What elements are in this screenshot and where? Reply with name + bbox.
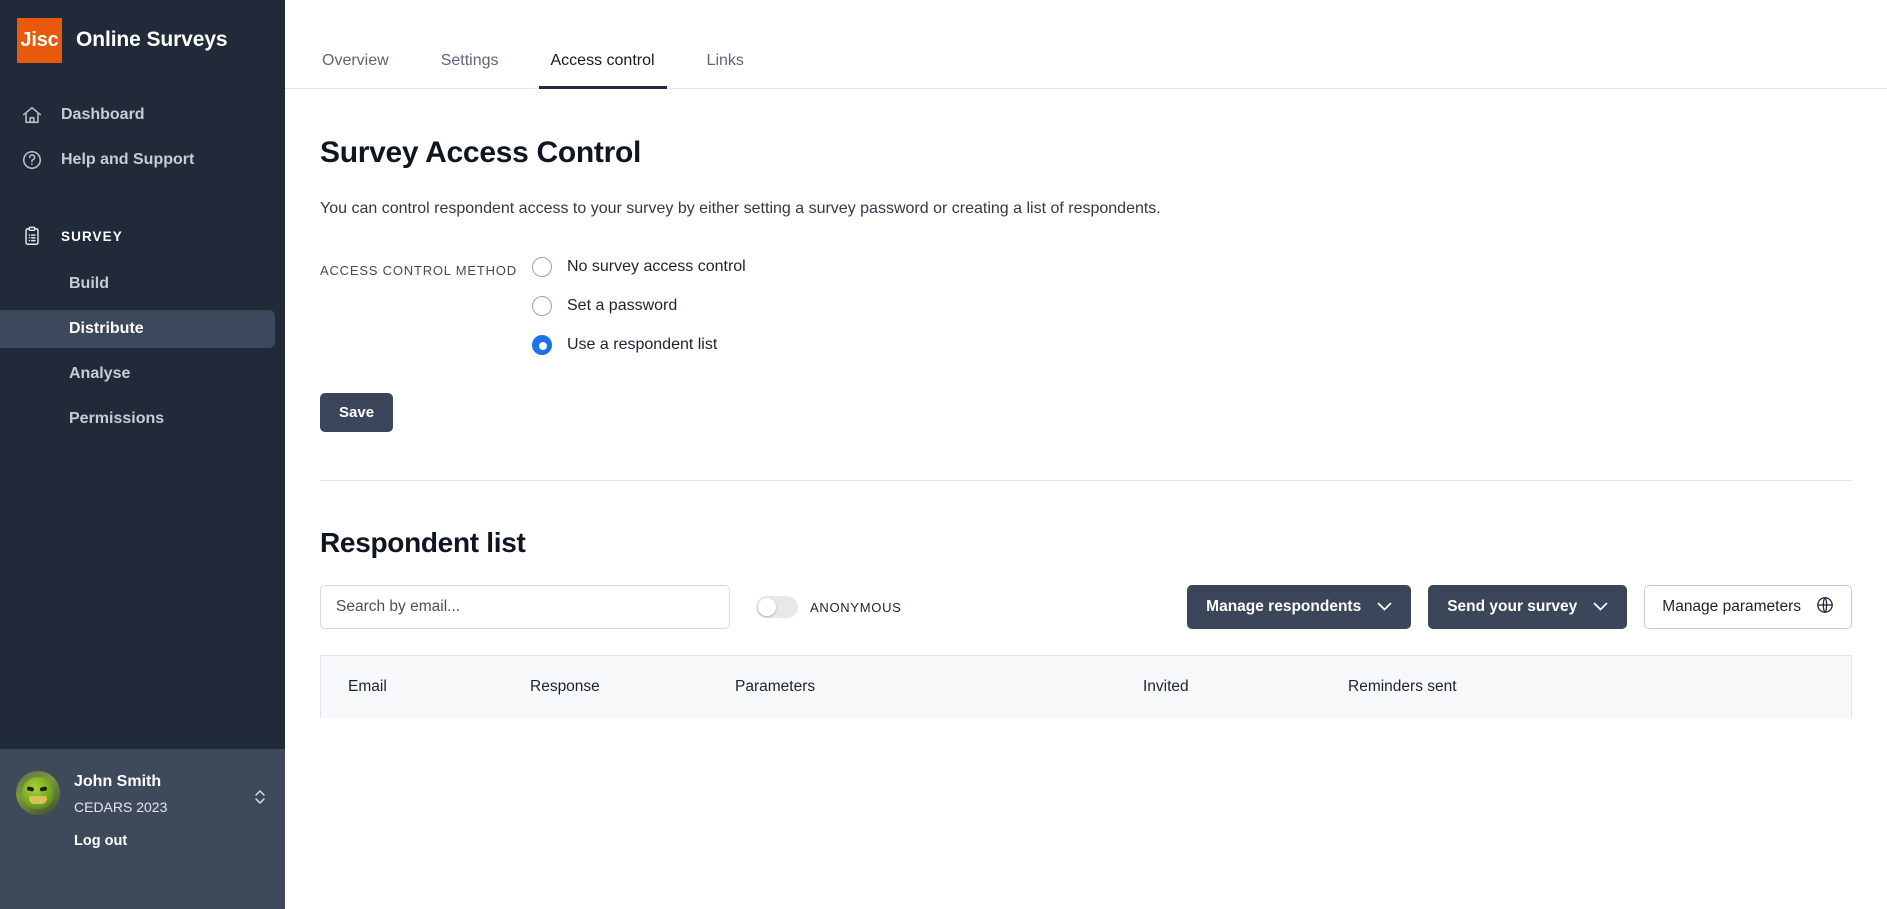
sidebar-item-label: Build xyxy=(69,275,109,292)
respondent-list-title: Respondent list xyxy=(320,527,526,558)
chevron-down-icon xyxy=(1377,598,1392,616)
sidebar-item-analyse[interactable]: Analyse xyxy=(0,355,275,393)
sidebar-item-distribute[interactable]: Distribute xyxy=(0,310,275,348)
radio-indicator[interactable] xyxy=(532,257,552,277)
section-divider xyxy=(320,480,1852,481)
sidebar-item-permissions[interactable]: Permissions xyxy=(0,400,275,438)
jisc-logo: Jisc xyxy=(17,17,62,63)
access-control-method-label: ACCESS CONTROL METHOD xyxy=(320,263,517,278)
tab-label: Access control xyxy=(550,52,655,69)
avatar xyxy=(16,771,60,815)
tab-label: Links xyxy=(706,52,744,69)
question-circle-icon xyxy=(20,148,44,172)
table-header-row: Email Response Parameters Invited Remind… xyxy=(321,656,1851,718)
content-area: Survey Access Control You can control re… xyxy=(285,136,1887,718)
sidebar-item-label: Permissions xyxy=(69,410,165,427)
sidebar-item-label: Dashboard xyxy=(61,105,145,123)
access-control-radio-group: No survey access control Set a password … xyxy=(532,257,746,355)
column-header-reminders-sent[interactable]: Reminders sent xyxy=(1348,678,1824,696)
send-your-survey-button[interactable]: Send your survey xyxy=(1428,585,1628,629)
toolbar-actions: Manage respondents Send your survey Mana… xyxy=(1187,585,1852,629)
anonymous-toggle-label: ANONYMOUS xyxy=(810,599,902,615)
survey-sub-nav: Build Distribute Analyse Permissions xyxy=(0,265,285,438)
tab-label: Overview xyxy=(322,52,389,69)
respondent-table: Email Response Parameters Invited Remind… xyxy=(320,655,1852,718)
radio-option-use-a-respondent-list[interactable]: Use a respondent list xyxy=(532,335,746,355)
globe-icon xyxy=(1816,596,1834,619)
main-content: Overview Settings Access control Links S… xyxy=(285,0,1887,909)
sidebar-item-dashboard[interactable]: Dashboard xyxy=(0,92,285,137)
tab-links[interactable]: Links xyxy=(705,52,746,88)
sidebar-section-survey: SURVEY xyxy=(0,215,285,257)
user-organisation: CEDARS 2023 xyxy=(74,799,168,815)
column-header-invited[interactable]: Invited xyxy=(1143,678,1348,696)
primary-nav: Dashboard Help and Support xyxy=(0,92,285,182)
manage-respondents-button[interactable]: Manage respondents xyxy=(1187,585,1412,629)
access-control-method-field: ACCESS CONTROL METHOD No survey access c… xyxy=(320,257,1852,355)
respondent-list-toolbar: ANONYMOUS Manage respondents Send your s… xyxy=(320,585,1852,629)
brand-title: Online Surveys xyxy=(76,28,228,51)
page-description: You can control respondent access to you… xyxy=(320,200,1161,217)
chevron-down-icon xyxy=(1593,598,1608,616)
column-header-email[interactable]: Email xyxy=(348,678,530,696)
radio-label: Use a respondent list xyxy=(567,336,718,353)
tab-overview[interactable]: Overview xyxy=(320,52,391,88)
home-icon xyxy=(20,103,44,127)
tab-label: Settings xyxy=(440,52,499,69)
column-header-response[interactable]: Response xyxy=(530,678,735,696)
button-label: Send your survey xyxy=(1447,598,1578,615)
sidebar-section-label: SURVEY xyxy=(61,228,123,244)
radio-indicator[interactable] xyxy=(532,335,552,355)
app-root: Jisc Online Surveys Dashboard Help and S… xyxy=(0,0,1887,909)
tab-bar: Overview Settings Access control Links xyxy=(285,0,1887,89)
save-button[interactable]: Save xyxy=(320,393,394,432)
sidebar: Jisc Online Surveys Dashboard Help and S… xyxy=(0,0,285,909)
column-header-parameters[interactable]: Parameters xyxy=(735,678,1143,696)
radio-label: Set a password xyxy=(567,297,678,314)
radio-indicator[interactable] xyxy=(532,296,552,316)
sidebar-item-label: Help and Support xyxy=(61,150,195,168)
sidebar-item-label: Distribute xyxy=(69,320,144,337)
sidebar-item-label: Analyse xyxy=(69,365,131,382)
manage-parameters-button[interactable]: Manage parameters xyxy=(1644,585,1852,629)
radio-option-no-survey-access-control[interactable]: No survey access control xyxy=(532,257,746,277)
clipboard-list-icon xyxy=(20,224,44,248)
toggle-knob xyxy=(758,598,776,616)
tab-access-control[interactable]: Access control xyxy=(538,52,667,89)
radio-label: No survey access control xyxy=(567,258,746,275)
anonymous-toggle-wrap: ANONYMOUS xyxy=(756,596,902,618)
search-input[interactable] xyxy=(320,585,730,629)
user-panel: John Smith CEDARS 2023 Log out xyxy=(0,749,285,909)
user-info: John Smith CEDARS 2023 Log out xyxy=(74,771,253,850)
button-label: Manage respondents xyxy=(1206,598,1362,615)
anonymous-toggle[interactable] xyxy=(756,596,798,618)
log-out-link[interactable]: Log out xyxy=(74,833,253,850)
tab-settings[interactable]: Settings xyxy=(439,52,501,88)
brand[interactable]: Jisc Online Surveys xyxy=(0,0,285,63)
sidebar-item-help-and-support[interactable]: Help and Support xyxy=(0,137,285,182)
sidebar-item-build[interactable]: Build xyxy=(0,265,275,303)
user-name: John Smith xyxy=(74,773,162,790)
page-title: Survey Access Control xyxy=(320,136,642,169)
chevron-up-down-icon[interactable] xyxy=(253,771,269,812)
radio-option-set-a-password[interactable]: Set a password xyxy=(532,296,746,316)
button-label: Manage parameters xyxy=(1662,598,1801,615)
